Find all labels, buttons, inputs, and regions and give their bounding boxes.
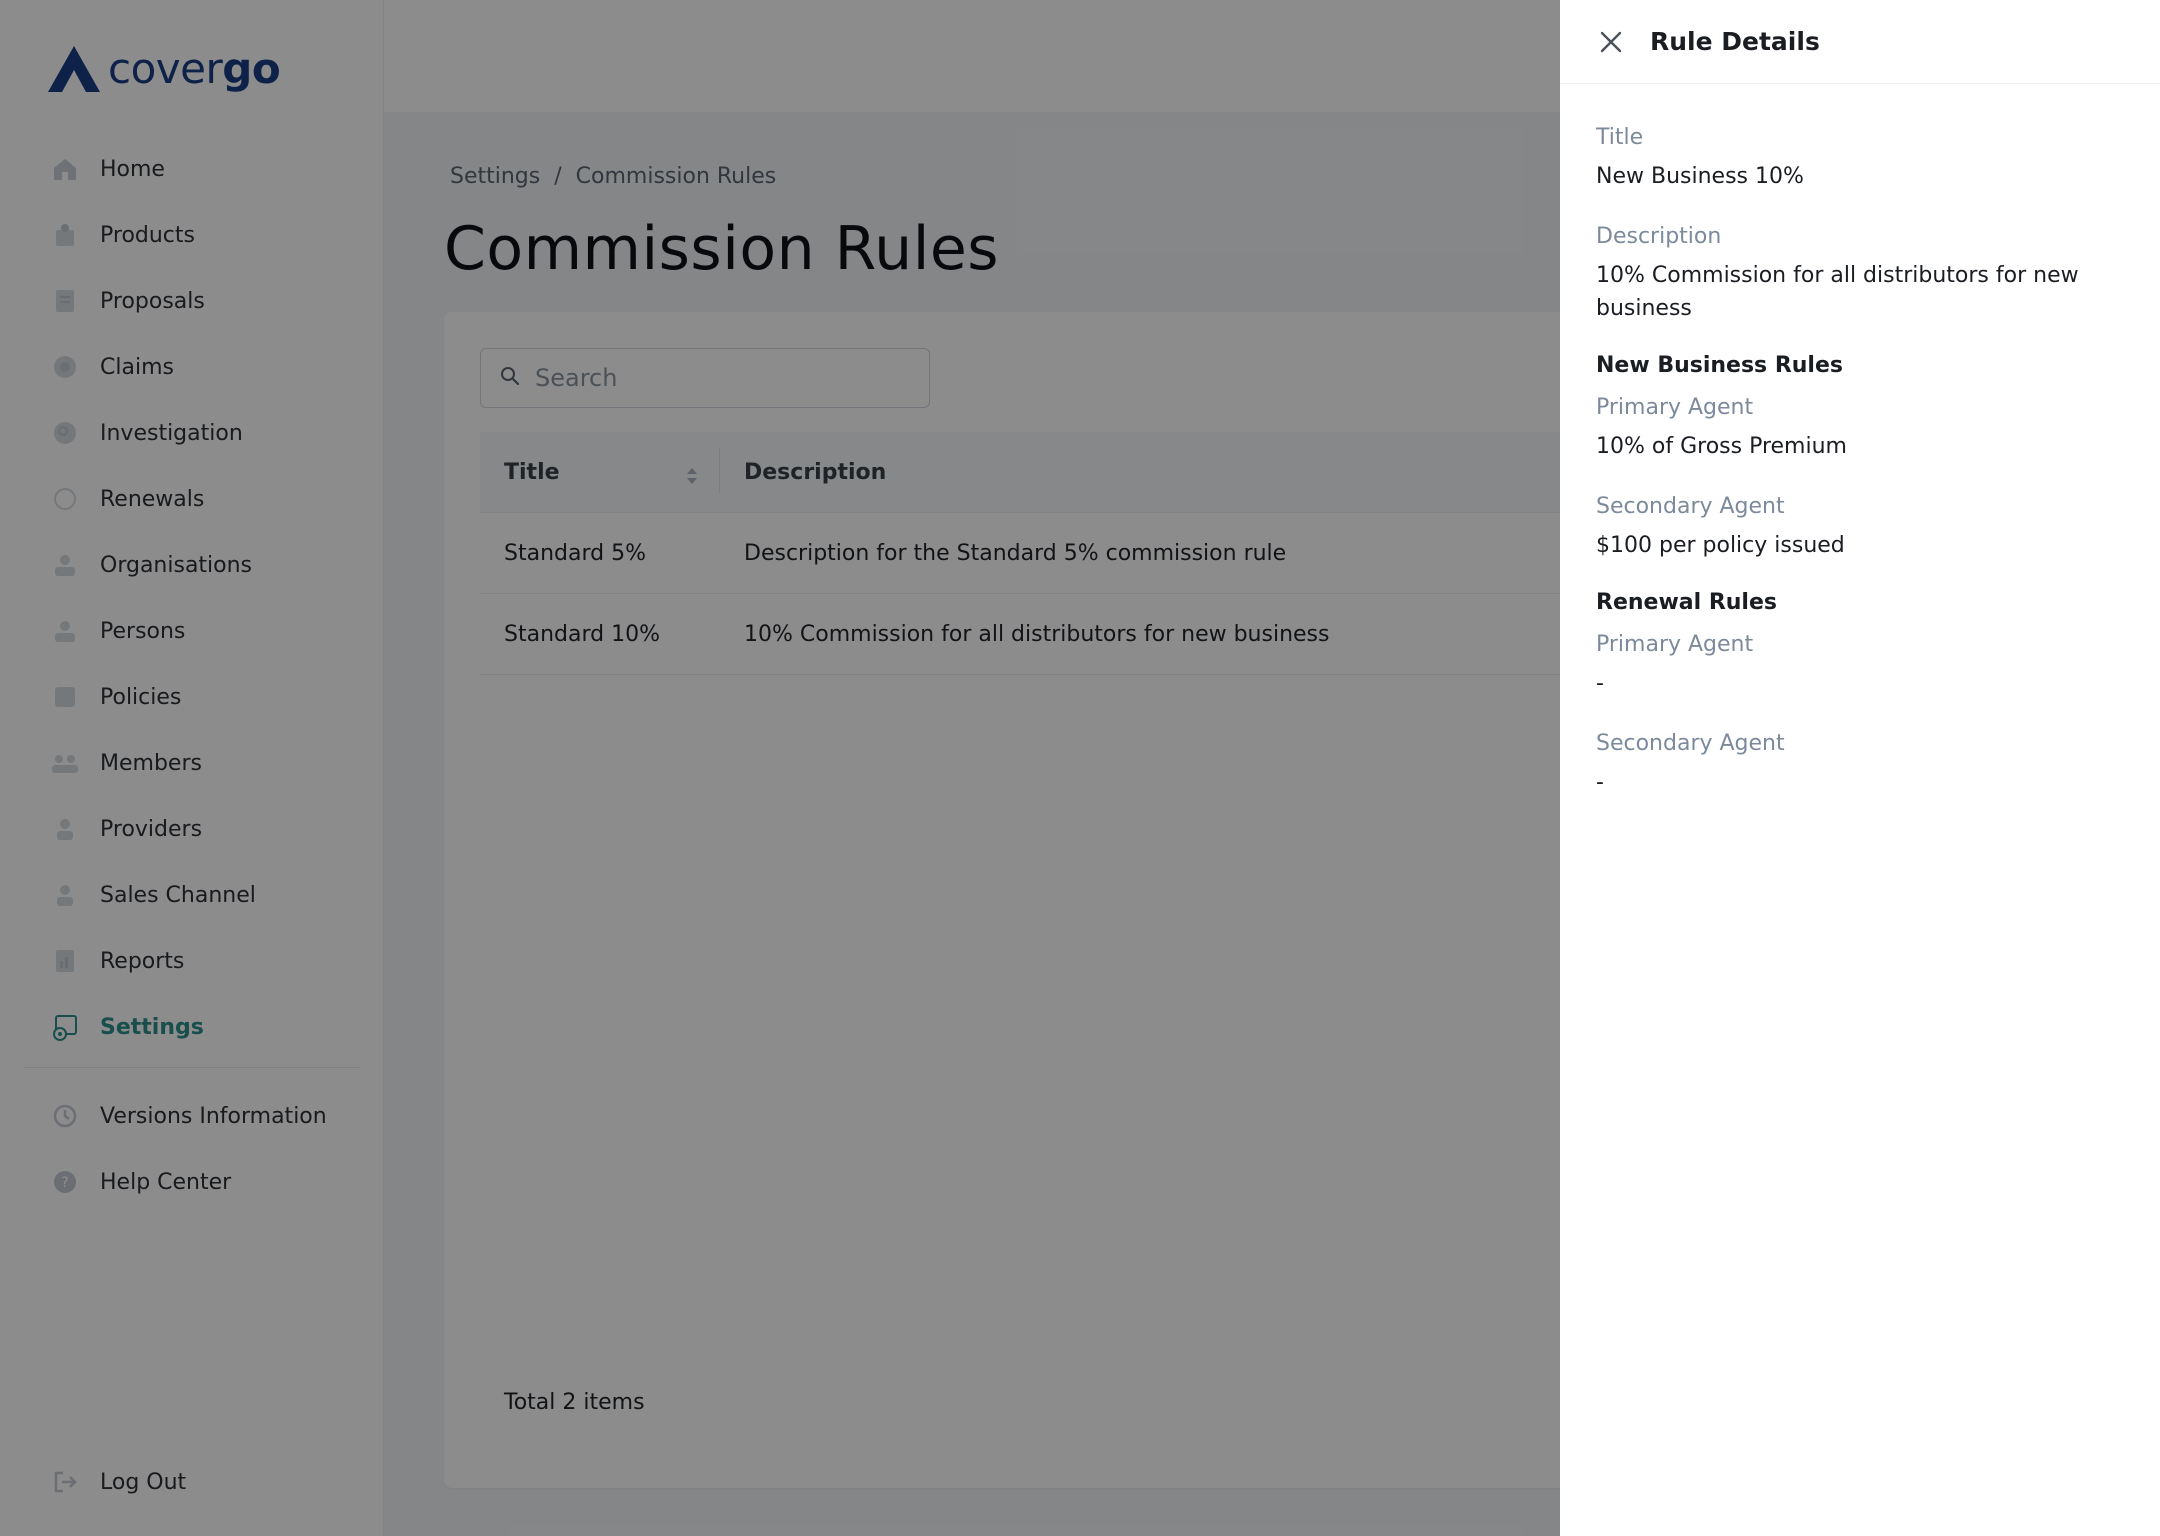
field-value: New Business 10% [1596, 164, 1804, 189]
section-heading-new-business: New Business Rules [1596, 353, 1843, 378]
field-label: Secondary Agent [1596, 494, 1785, 519]
field-new-business-secondary-agent: Secondary Agent $100 per policy issued [1596, 491, 2124, 562]
drawer-body: Title New Business 10% Description 10% C… [1560, 84, 2160, 799]
section-heading-renewal: Renewal Rules [1596, 590, 1777, 615]
drawer-title: Rule Details [1650, 27, 1820, 56]
field-label: Secondary Agent [1596, 731, 1785, 756]
field-value: $100 per policy issued [1596, 533, 1845, 558]
rule-details-drawer: Rule Details Title New Business 10% Desc… [1560, 0, 2160, 1536]
field-label: Primary Agent [1596, 632, 1754, 657]
field-description: Description 10% Commission for all distr… [1596, 221, 2124, 325]
field-value: 10% Commission for all distributors for … [1596, 263, 2079, 321]
drawer-header: Rule Details [1560, 0, 2160, 84]
field-renewal-secondary-agent: Secondary Agent - [1596, 728, 2124, 799]
field-new-business-primary-agent: Primary Agent 10% of Gross Premium [1596, 392, 2124, 463]
field-value: - [1596, 770, 1604, 795]
field-value: 10% of Gross Premium [1596, 434, 1847, 459]
field-label: Title [1596, 125, 1644, 150]
field-title: Title New Business 10% [1596, 122, 2124, 193]
close-button[interactable] [1598, 29, 1624, 55]
field-label: Primary Agent [1596, 395, 1754, 420]
field-renewal-primary-agent: Primary Agent - [1596, 629, 2124, 700]
field-label: Description [1596, 224, 1722, 249]
field-value: - [1596, 671, 1604, 696]
close-icon [1600, 31, 1622, 52]
